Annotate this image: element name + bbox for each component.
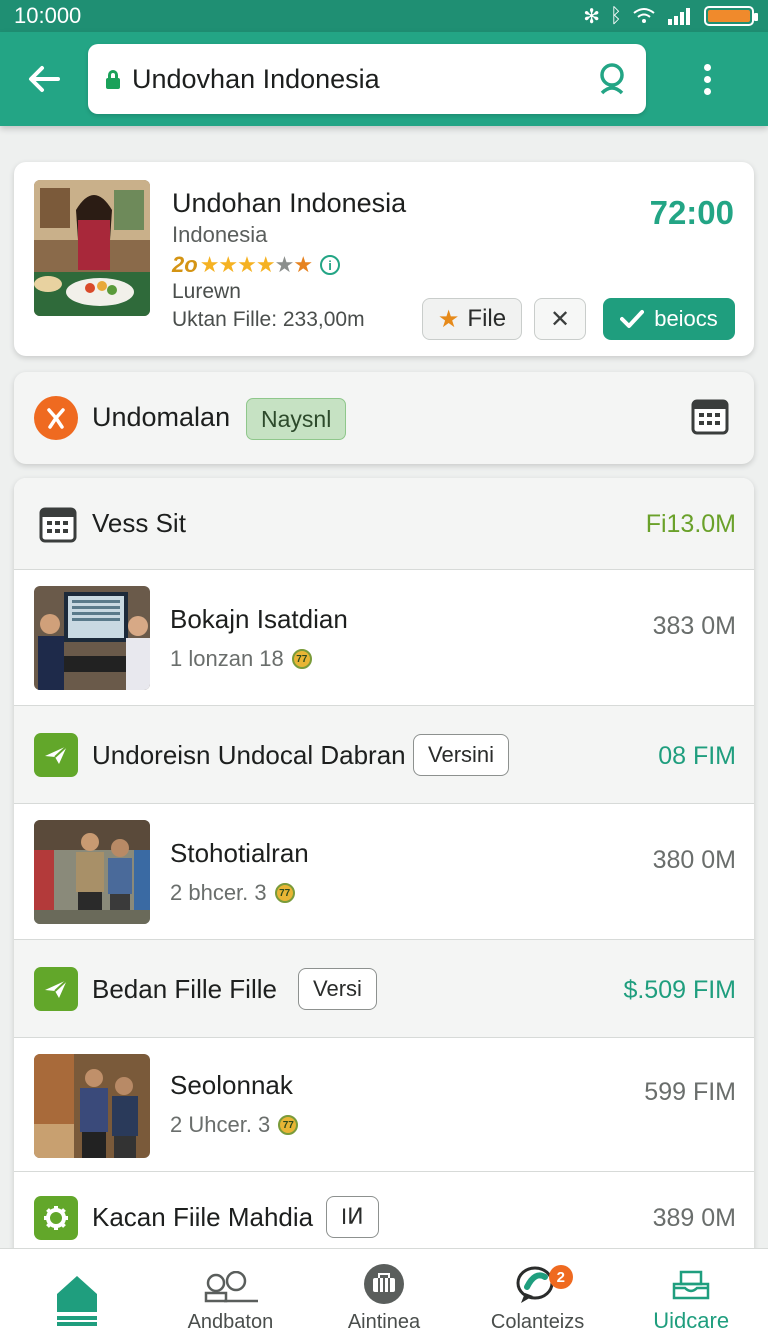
item-meta: 1 lonzan 18 77 [170,646,312,672]
group-title: Kacan Fiile Mahdia [92,1202,314,1232]
star-rating-icon: ★★★★★★ [199,252,313,277]
item-meta-text: 2 bhcer. 3 [170,880,267,905]
list-item[interactable]: Seolonnak 2 Uhcer. 3 77 599 FIM [14,1038,754,1172]
calendar-icon[interactable] [690,396,730,441]
list-item[interactable]: Bokajn Isatdian 1 lonzan 18 77 383 0M [14,570,754,706]
close-icon: ✕ [549,305,571,333]
back-button[interactable] [0,32,88,126]
home-icon [56,1276,97,1326]
filter-label: Undomalan [92,402,231,432]
badge-icon: 77 [274,883,295,903]
item-value: 599 FIM [644,1078,736,1106]
people-icon [205,1271,259,1303]
product-file-size: Uktan Fille: 233,00m [172,308,365,331]
search-bar[interactable]: Undovhan Indonesia [88,44,646,114]
list-header[interactable]: Vess Sit Fi13.0M [14,478,754,570]
product-location: Indonesia [172,222,268,247]
product-thumbnail [34,180,150,316]
item-title: Seolonnak [170,1070,293,1100]
gear-icon [34,1196,78,1240]
version-tag[interactable]: IͶ [326,1196,379,1238]
list-item[interactable]: Stohotialran 2 bhcer. 3 77 380 0M [14,804,754,940]
bluetooth-icon: ᛒ [610,4,622,27]
list-group[interactable]: Undoreisn Undocal Dabran Versini 08 FIM [14,706,754,804]
item-value: 383 0M [652,612,736,640]
rating-value: 2o [172,252,198,277]
item-value: 380 0M [652,846,736,874]
info-icon[interactable]: i [320,255,341,275]
product-title: Undohan Indonesia [172,188,407,218]
status-bar: 10:000 ✻ ᛒ [0,0,768,32]
nav-uidcare[interactable]: Uidcare [614,1249,768,1344]
item-thumbnail [34,586,150,690]
item-meta: 2 Uhcer. 3 77 [170,1112,299,1138]
version-tag[interactable]: Versini [413,734,510,776]
more-menu-button[interactable] [646,63,768,95]
file-button[interactable]: ★ File [422,298,522,340]
nav-uidcare-label: Uidcare [653,1308,730,1333]
bluetooth-icon: ✻ [583,5,600,28]
group-title: Bedan Fille Fille [92,974,277,1004]
confirm-button-label: beiocs [654,306,718,331]
nav-home[interactable] [0,1249,154,1344]
lock-icon [106,70,120,89]
list-group[interactable]: Kacan Fiile Mahdia IͶ 389 0M [14,1172,754,1258]
nav-aintinea[interactable]: Aintinea [307,1249,461,1344]
search-icon[interactable] [592,59,632,99]
product-price: 72:00 [649,194,734,231]
item-meta: 2 bhcer. 3 77 [170,880,295,906]
confirm-button[interactable]: beiocs [603,298,735,340]
nav-colanteizs-label: Colanteizs [490,1311,585,1333]
calendar-icon [38,504,78,549]
file-button-label: File [467,305,507,332]
group-title: Undoreisn Undocal Dabran [92,740,406,770]
notification-badge: 2 [548,1265,573,1289]
send-icon [34,733,78,777]
file-list: Vess Sit Fi13.0M Bokajn Isatdian 1 lonza… [14,478,754,1258]
list-group[interactable]: Bedan Fille Fille Versi $.509 FIM [14,940,754,1038]
filter-card[interactable]: Undomalan Naysnl [14,372,754,464]
check-icon [620,310,645,328]
app-bar: Undovhan Indonesia [0,32,768,126]
status-icons: ✻ ᛒ [583,4,758,29]
item-meta-text: 2 Uhcer. 3 [170,1112,271,1137]
product-detail: Lurewn [172,280,241,303]
nav-andbaton-label: Andbaton [187,1311,274,1333]
product-card[interactable]: Undohan Indonesia Indonesia 2o ★★★★★★ i … [14,162,754,356]
bottom-nav: Andbaton Aintinea 2 Colanteizs Uidcare [0,1248,768,1344]
send-icon [34,967,78,1011]
arrow-left-icon [29,66,60,92]
badge-icon: 77 [291,649,312,669]
dismiss-button[interactable]: ✕ [534,298,586,340]
group-value: $.509 FIM [623,976,736,1004]
item-title: Bokajn Isatdian [170,604,348,634]
filter-badge[interactable]: Naysnl [246,398,347,440]
category-icon [34,396,78,440]
badge-icon: 77 [278,1115,299,1135]
briefcase-icon [363,1264,404,1304]
item-title: Stohotialran [170,838,309,868]
list-header-value: Fi13.0M [645,510,736,538]
group-value: 389 0M [652,1204,736,1232]
list-header-title: Vess Sit [92,508,186,538]
product-rating: 2o ★★★★★★ i [172,252,341,278]
signal-icon [668,8,690,25]
status-time: 10:000 [14,3,82,28]
search-input[interactable]: Undovhan Indonesia [132,64,592,95]
more-vertical-icon [703,63,711,95]
nav-andbaton[interactable]: Andbaton [154,1249,308,1344]
battery-icon [704,6,758,26]
nav-aintinea-label: Aintinea [347,1311,421,1333]
star-icon: ★ [437,305,460,333]
item-thumbnail [34,820,150,924]
group-value: 08 FIM [658,742,736,770]
wifi-icon [633,8,655,23]
tray-icon [672,1270,710,1300]
version-tag[interactable]: Versi [298,968,377,1010]
item-meta-text: 1 lonzan 18 [170,646,284,671]
nav-colanteizs[interactable]: 2 Colanteizs [461,1249,615,1344]
item-thumbnail [34,1054,150,1158]
